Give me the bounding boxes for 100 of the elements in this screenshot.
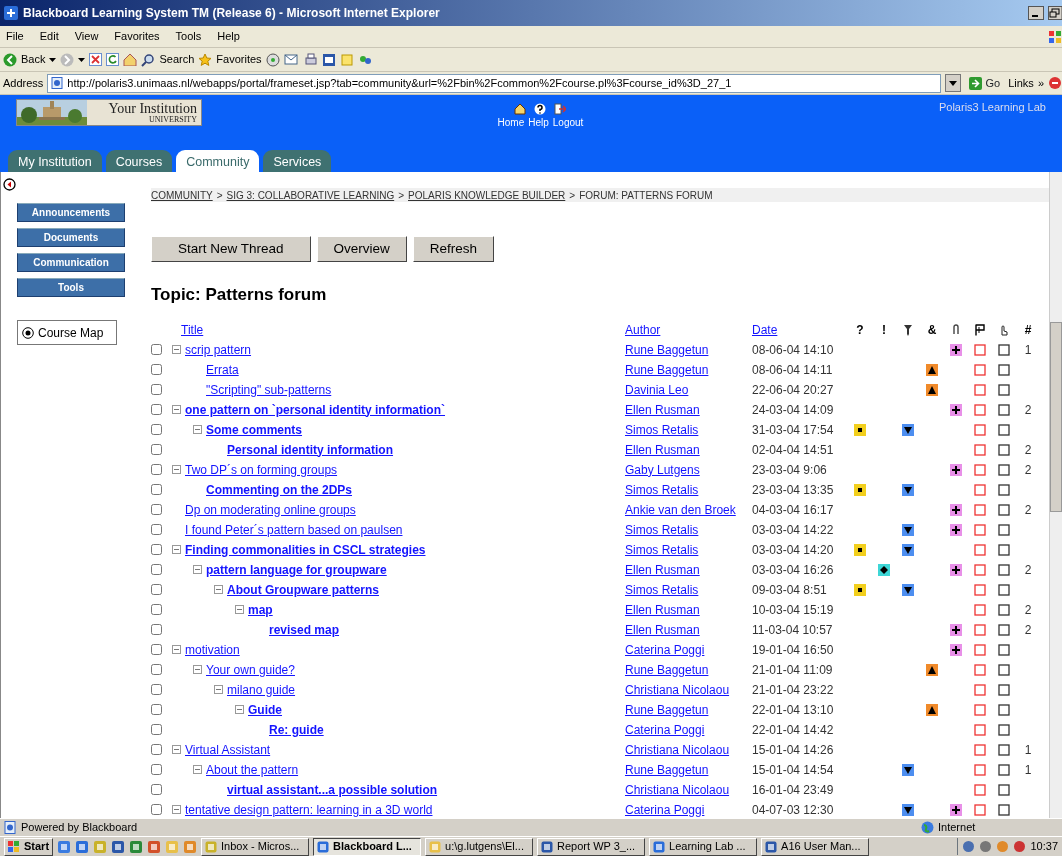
taskbar-button[interactable]: u:\g.lutgens\El...: [425, 837, 534, 856]
read-box-icon[interactable]: [998, 803, 1010, 816]
read-box-icon[interactable]: [998, 683, 1010, 696]
row-checkbox[interactable]: [151, 544, 162, 555]
back-button[interactable]: Back: [21, 51, 46, 68]
flag-box-icon[interactable]: [974, 603, 986, 616]
read-box-icon[interactable]: [998, 703, 1010, 716]
row-checkbox[interactable]: [151, 604, 162, 615]
taskbar-button[interactable]: Inbox - Micros...: [201, 837, 310, 856]
row-checkbox[interactable]: [151, 584, 162, 595]
home-icon[interactable]: [123, 53, 138, 66]
thread-link[interactable]: map: [248, 600, 273, 619]
row-checkbox[interactable]: [151, 384, 162, 395]
flag-box-icon[interactable]: [974, 763, 986, 776]
row-checkbox[interactable]: [151, 364, 162, 375]
read-box-icon[interactable]: [998, 383, 1010, 396]
poster-name-link[interactable]: Caterina Poggi: [625, 800, 752, 818]
thread-link[interactable]: Finding commonalities in CSCL strategies: [185, 540, 426, 559]
poster-name-link[interactable]: Rune Baggetun: [625, 360, 752, 379]
poster-name-link[interactable]: Ellen Rusman: [625, 600, 752, 619]
read-box-icon[interactable]: [998, 343, 1010, 356]
help-icon[interactable]: [534, 103, 547, 115]
thread-link[interactable]: tentative design pattern: learning in a 3D world: [185, 800, 433, 818]
thread-link[interactable]: Errata: [206, 360, 239, 379]
flag-box-icon[interactable]: [974, 443, 986, 456]
read-box-icon[interactable]: [998, 783, 1010, 796]
taskbar-button[interactable]: Learning Lab ...: [649, 837, 758, 856]
breadcrumb-link[interactable]: POLARIS KNOWLEDGE BUILDER: [408, 187, 566, 203]
flag-box-icon[interactable]: [974, 543, 986, 556]
read-box-icon[interactable]: [998, 443, 1010, 456]
read-box-icon[interactable]: [998, 583, 1010, 596]
flag-box-icon[interactable]: [974, 803, 986, 816]
read-box-icon[interactable]: [998, 623, 1010, 636]
row-checkbox[interactable]: [151, 684, 162, 695]
print-icon[interactable]: [303, 52, 318, 67]
flag-box-icon[interactable]: [974, 563, 986, 576]
breadcrumb-link[interactable]: COMMUNITY: [151, 187, 213, 203]
search-button[interactable]: Search: [159, 51, 195, 68]
flag-box-icon[interactable]: [974, 463, 986, 476]
thread-link[interactable]: revised map: [269, 620, 340, 639]
thread-link[interactable]: scrip pattern: [185, 340, 252, 359]
flag-box-icon[interactable]: [974, 783, 986, 796]
row-checkbox[interactable]: [151, 444, 162, 455]
read-box-icon[interactable]: [998, 523, 1010, 536]
column-header-link[interactable]: Author: [625, 320, 752, 339]
menu-item[interactable]: Help: [217, 28, 240, 45]
poster-name-link[interactable]: Rune Baggetun: [625, 340, 752, 359]
sidebar-button[interactable]: Announcements: [17, 203, 125, 222]
poster-name-link[interactable]: Christiana Nicolaou: [625, 780, 752, 799]
scrollbar-thumb[interactable]: [1050, 322, 1062, 512]
row-checkbox[interactable]: [151, 664, 162, 675]
scrollbar[interactable]: [1049, 172, 1062, 818]
thread-link[interactable]: About the pattern: [206, 760, 299, 779]
read-box-icon[interactable]: [998, 643, 1010, 656]
read-box-icon[interactable]: [998, 503, 1010, 516]
row-checkbox[interactable]: [151, 404, 162, 415]
home-link[interactable]: Home: [497, 115, 525, 130]
column-header-link[interactable]: Date: [752, 320, 848, 339]
poster-name-link[interactable]: Christiana Nicolaou: [625, 680, 752, 699]
row-checkbox[interactable]: [151, 784, 162, 795]
thread-link[interactable]: Some comments: [206, 420, 303, 439]
flag-box-icon[interactable]: [974, 403, 986, 416]
menu-item[interactable]: Edit: [39, 28, 59, 45]
poster-name-link[interactable]: Ellen Rusman: [625, 400, 752, 419]
taskbar-button[interactable]: Report WP 3_...: [537, 837, 646, 856]
read-box-icon[interactable]: [998, 663, 1010, 676]
flag-box-icon[interactable]: [974, 363, 986, 376]
thread-link[interactable]: Guide: [248, 700, 282, 719]
media-icon[interactable]: [265, 52, 280, 67]
read-box-icon[interactable]: [998, 563, 1010, 576]
read-box-icon[interactable]: [998, 543, 1010, 556]
start-button[interactable]: Start: [4, 837, 54, 856]
row-checkbox[interactable]: [151, 764, 162, 775]
menu-item[interactable]: Tools: [175, 28, 202, 45]
row-checkbox[interactable]: [151, 724, 162, 735]
minimize-icon[interactable]: [1028, 6, 1044, 20]
search-icon[interactable]: [141, 52, 156, 67]
tab[interactable]: Community: [176, 150, 260, 172]
tab[interactable]: Courses: [105, 150, 173, 172]
flag-box-icon[interactable]: [974, 743, 986, 756]
poster-name-link[interactable]: Rune Baggetun: [625, 760, 752, 779]
star-icon[interactable]: [198, 52, 213, 67]
flag-box-icon[interactable]: [974, 423, 986, 436]
action-button[interactable]: Start New Thread: [151, 236, 311, 262]
thread-link[interactable]: I found Peter´s pattern based on paulsen: [185, 520, 403, 539]
taskbar-button[interactable]: Blackboard L...: [313, 837, 422, 856]
institution-logo[interactable]: Your Institution UNIVERSITY: [16, 99, 202, 126]
menu-item[interactable]: Favorites: [114, 28, 160, 45]
stop-icon[interactable]: [89, 53, 103, 66]
action-button[interactable]: Refresh: [412, 236, 495, 262]
action-button[interactable]: Overview: [316, 236, 407, 262]
read-box-icon[interactable]: [998, 743, 1010, 756]
row-checkbox[interactable]: [151, 424, 162, 435]
read-box-icon[interactable]: [998, 763, 1010, 776]
row-checkbox[interactable]: [151, 564, 162, 575]
menu-item[interactable]: View: [74, 28, 99, 45]
poster-name-link[interactable]: Rune Baggetun: [625, 660, 752, 679]
logout-link[interactable]: Logout: [552, 115, 584, 130]
thread-link[interactable]: pattern language for groupware: [206, 560, 387, 579]
course-map-button[interactable]: Course Map: [17, 320, 117, 345]
